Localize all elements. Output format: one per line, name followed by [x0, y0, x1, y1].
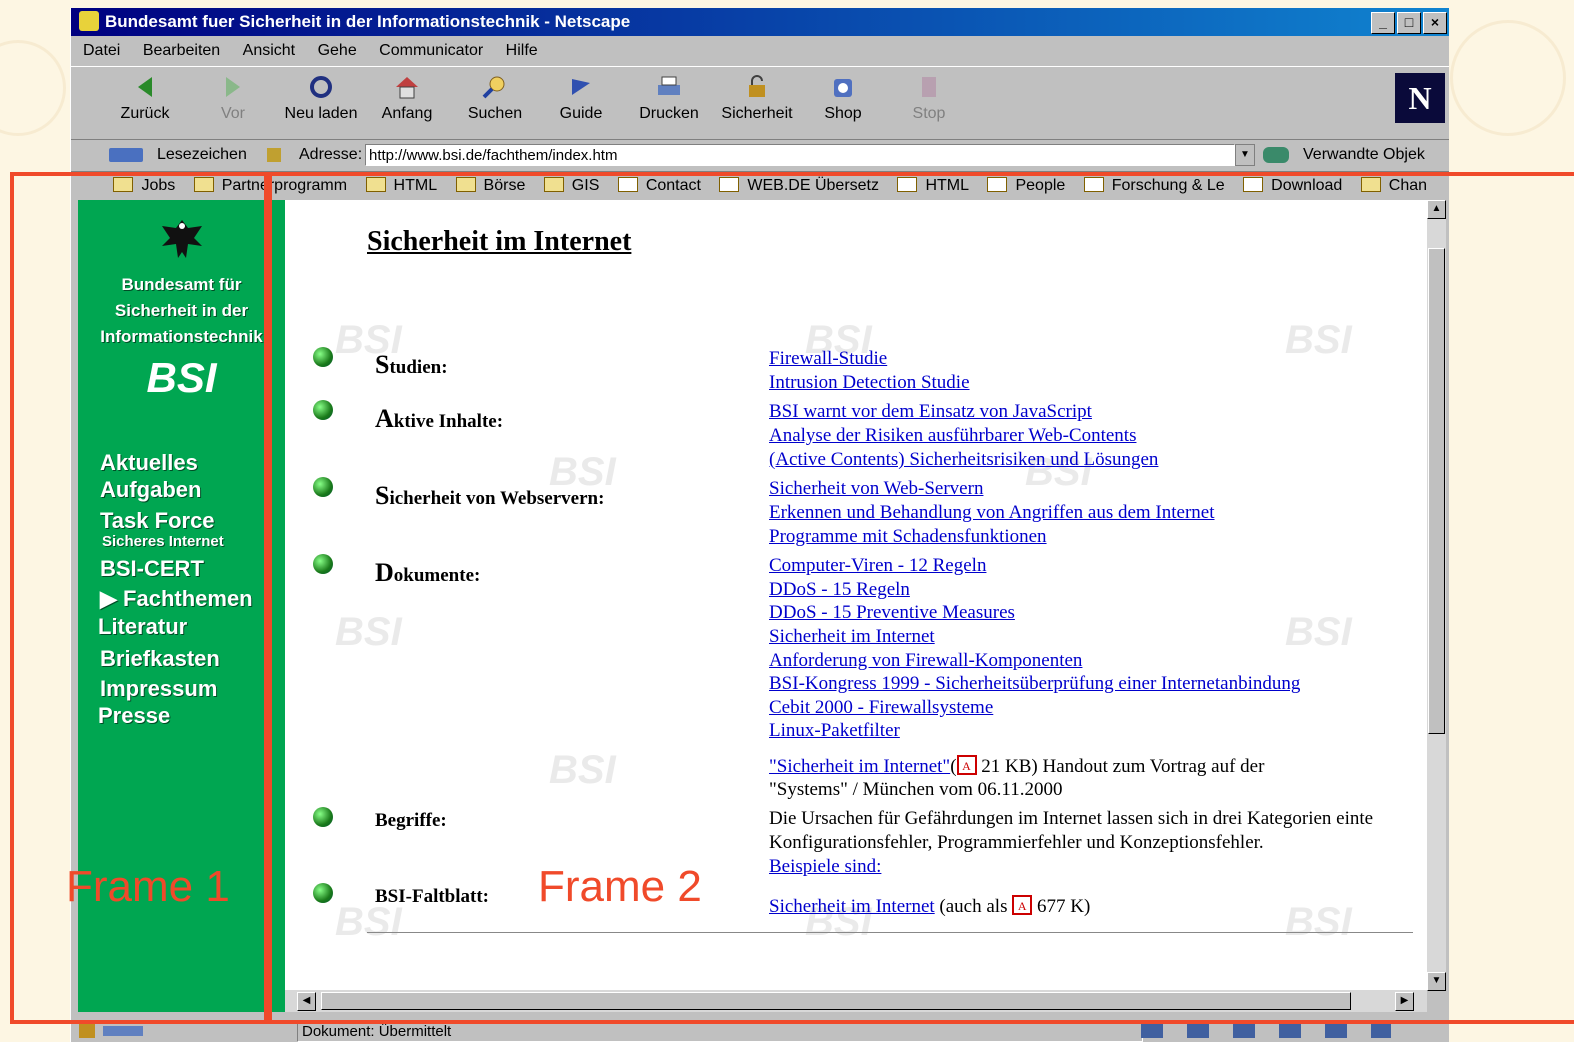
reload-button[interactable]: Neu laden [281, 73, 361, 123]
address-input[interactable]: http://www.bsi.de/fachthem/index.htm [365, 144, 1235, 166]
close-button[interactable]: × [1423, 12, 1447, 34]
title-bar: Bundesamt fuer Sicherheit in der Informa… [71, 8, 1449, 36]
lock-icon [749, 75, 765, 97]
frame-2-outline [264, 172, 1574, 1024]
frame-2-label: Frame 2 [538, 862, 702, 911]
print-button[interactable]: Drucken [629, 73, 709, 123]
back-arrow-icon [138, 77, 152, 97]
forward-arrow-icon [226, 77, 240, 97]
connection-status-icon [103, 1026, 143, 1036]
stop-icon [922, 77, 936, 97]
background-decoration [0, 40, 66, 136]
window-title: Bundesamt fuer Sicherheit in der Informa… [105, 12, 631, 31]
security-status-icon [79, 1024, 95, 1038]
frame-1-label: Frame 1 [66, 862, 230, 911]
home-button[interactable]: Anfang [367, 73, 447, 123]
address-dropdown-button[interactable]: ▼ [1235, 144, 1255, 166]
guide-button[interactable]: Guide [541, 73, 621, 123]
menu-hilfe[interactable]: Hilfe [506, 42, 538, 59]
bookmarks-icon [109, 148, 143, 162]
netscape-app-icon [79, 11, 99, 31]
menu-communicator[interactable]: Communicator [379, 42, 483, 59]
menu-ansicht[interactable]: Ansicht [243, 42, 295, 59]
address-label: Adresse: [299, 146, 363, 163]
location-icon [267, 148, 281, 162]
netscape-logo[interactable]: N [1395, 73, 1445, 123]
shop-icon [834, 79, 852, 97]
location-toolbar: Lesezeichen Adresse: http://www.bsi.de/f… [71, 139, 1449, 172]
component-bar-icons[interactable] [1141, 1024, 1391, 1038]
background-decoration [1450, 20, 1566, 136]
minimize-button[interactable]: _ [1371, 12, 1395, 34]
menu-bar: Datei Bearbeiten Ansicht Gehe Communicat… [71, 38, 544, 64]
status-text: Dokument: Übermittelt [297, 1022, 1143, 1042]
home-icon [396, 77, 418, 99]
search-icon [482, 76, 505, 99]
shop-button[interactable]: Shop [803, 73, 883, 123]
guide-icon [572, 79, 590, 95]
search-button[interactable]: Suchen [455, 73, 535, 123]
menu-datei[interactable]: Datei [83, 42, 120, 59]
menu-gehe[interactable]: Gehe [318, 42, 357, 59]
print-icon [658, 76, 680, 95]
maximize-button[interactable]: □ [1397, 12, 1421, 34]
bookmarks-button[interactable]: Lesezeichen [157, 139, 247, 171]
stop-button[interactable]: Stop [889, 73, 969, 123]
forward-button[interactable]: Vor [193, 73, 273, 123]
security-button[interactable]: Sicherheit [717, 73, 797, 123]
related-button[interactable]: Verwandte Objek [1303, 139, 1425, 171]
menu-bearbeiten[interactable]: Bearbeiten [143, 42, 220, 59]
related-icon [1263, 147, 1289, 163]
back-button[interactable]: Zurück [105, 73, 185, 123]
reload-icon [310, 76, 332, 98]
navigation-toolbar: Zurück Vor Neu laden Anfang Suchen Guide… [71, 66, 1449, 140]
